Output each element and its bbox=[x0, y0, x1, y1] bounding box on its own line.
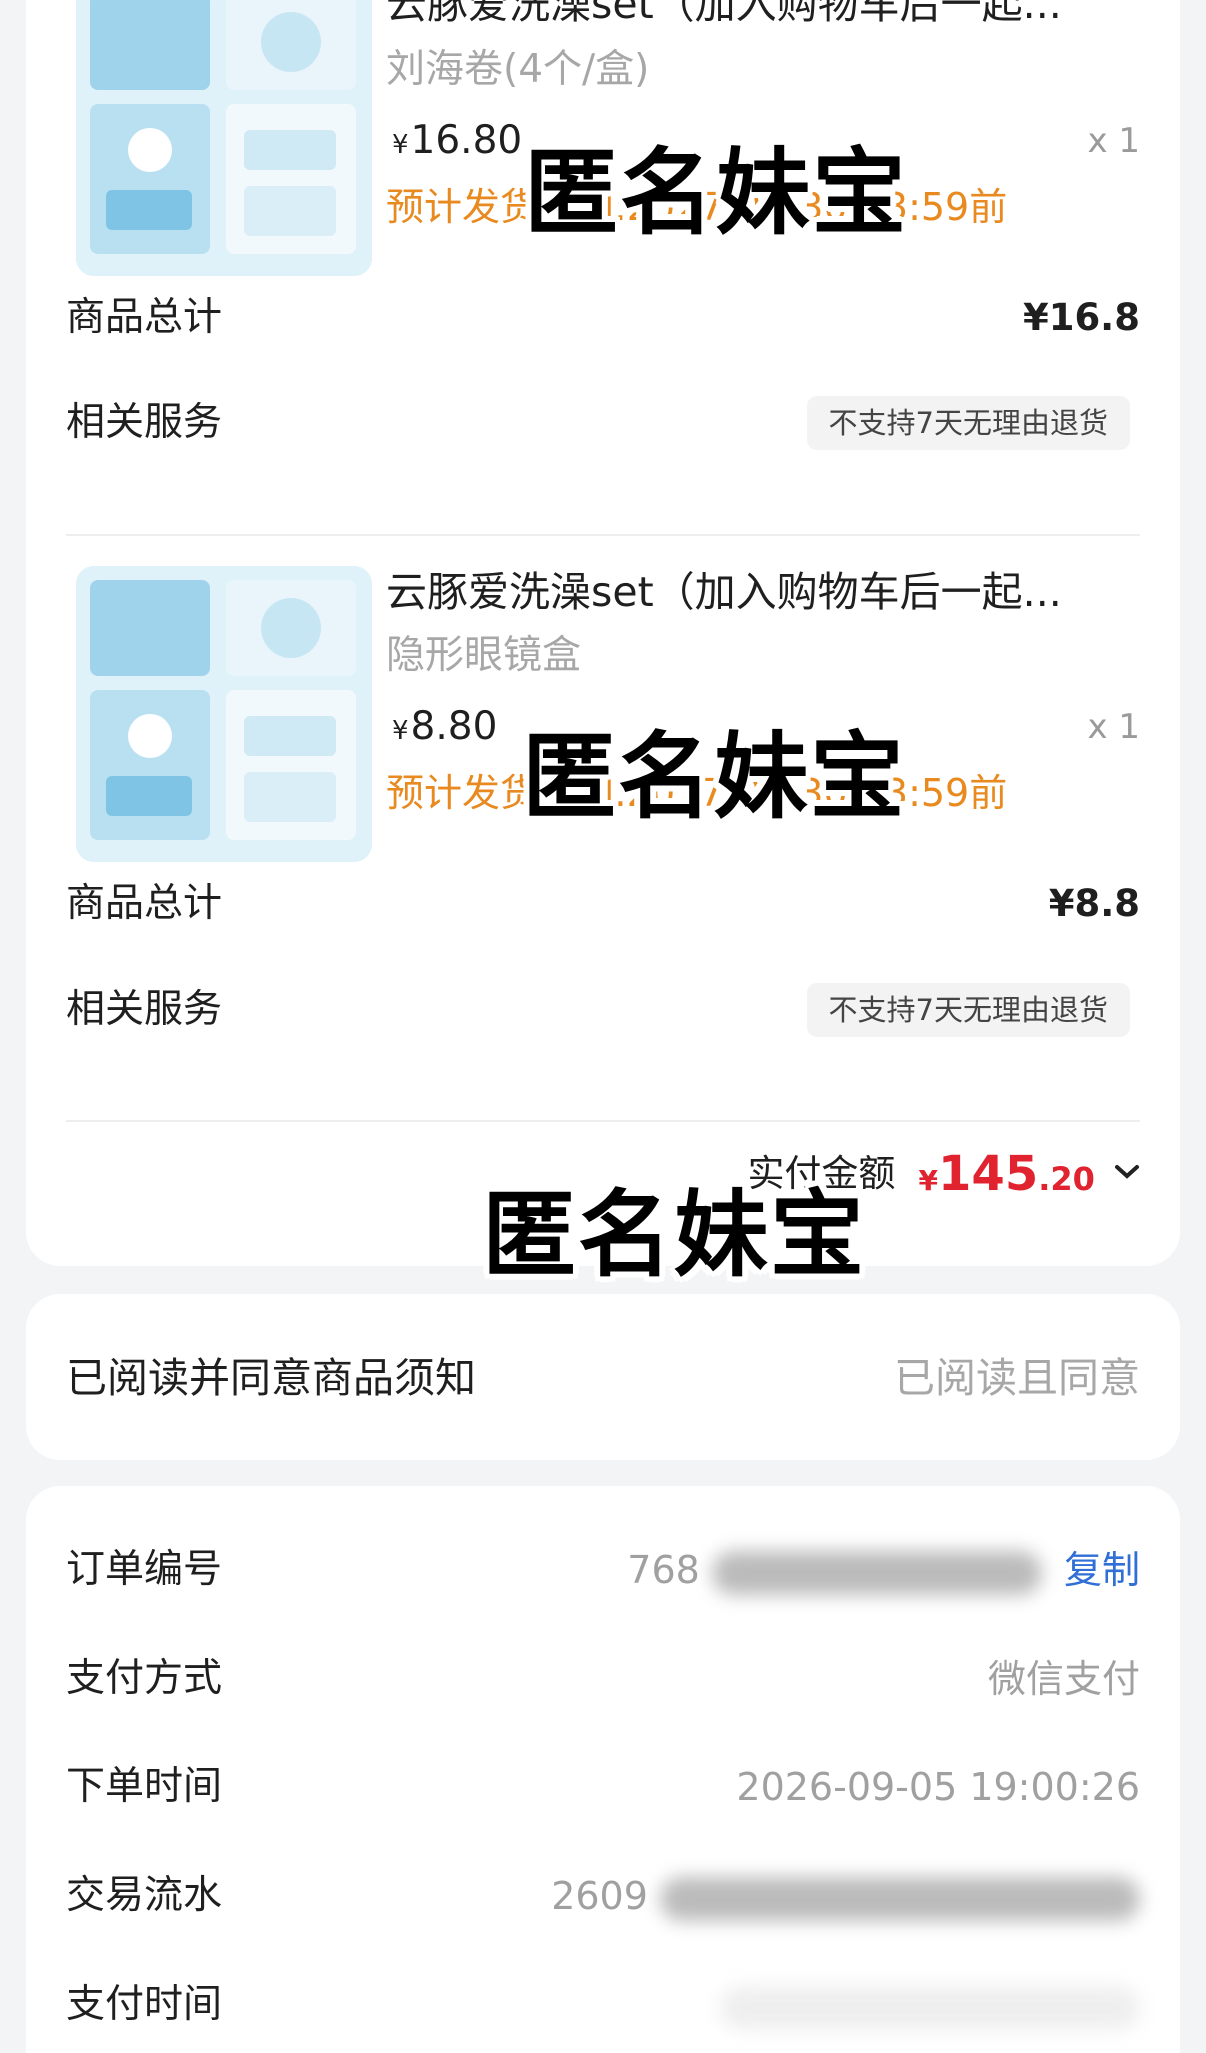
product-quantity: x 1 bbox=[1087, 707, 1140, 747]
order-info-card: 订单编号 768 复制 支付方式 微信支付 下单时间 2026-09-05 19… bbox=[26, 1486, 1180, 2053]
order-number-value: 768 复制 bbox=[627, 1540, 1140, 1600]
service-badge: 不支持7天无理由退货 bbox=[806, 396, 1130, 450]
redacted-blur bbox=[720, 1985, 1140, 2030]
watermark-overlay: 匿名妹宝 bbox=[522, 723, 907, 832]
payment-time-label: 支付时间 bbox=[66, 1982, 223, 2027]
subtotal-value: ¥8.8 bbox=[1048, 882, 1140, 925]
transaction-label: 交易流水 bbox=[66, 1873, 223, 1918]
transaction-visible: 2609 bbox=[551, 1874, 648, 1918]
price-value: 16.80 bbox=[410, 118, 523, 163]
notice-status: 已阅读且同意 bbox=[894, 1354, 1140, 1402]
payment-time-value bbox=[720, 1975, 1140, 2035]
notice-label: 已阅读并同意商品须知 bbox=[66, 1354, 476, 1402]
product-title[interactable]: 云豚爱洗澡set（加入购物车后一起... bbox=[386, 0, 1146, 32]
product-price: ¥8.80 bbox=[392, 700, 497, 758]
chevron-down-icon[interactable] bbox=[1114, 1163, 1140, 1185]
service-badge: 不支持7天无理由退货 bbox=[806, 983, 1130, 1037]
service-label: 相关服务 bbox=[66, 987, 223, 1032]
product-image-icon bbox=[76, 566, 372, 862]
divider bbox=[66, 534, 1140, 536]
product-price: ¥16.80 bbox=[392, 114, 522, 172]
currency-symbol: ¥ bbox=[918, 1164, 939, 1197]
payment-method-label: 支付方式 bbox=[66, 1656, 223, 1701]
watermark-overlay: 匿名妹宝 bbox=[524, 139, 909, 248]
price-value: 8.80 bbox=[410, 704, 498, 749]
transaction-row: 交易流水 2609 bbox=[26, 1866, 1180, 1926]
product-variant: 隐形眼镜盒 bbox=[386, 633, 582, 678]
watermark-overlay: 匿名妹宝 bbox=[482, 1181, 867, 1290]
transaction-value: 2609 bbox=[551, 1866, 1140, 1926]
product-quantity: x 1 bbox=[1087, 121, 1140, 161]
product-thumbnail[interactable] bbox=[76, 0, 372, 276]
divider bbox=[66, 1120, 1140, 1122]
product-image-icon bbox=[76, 0, 372, 276]
currency-symbol: ¥ bbox=[392, 716, 409, 746]
currency-symbol: ¥ bbox=[392, 130, 409, 160]
redacted-blur bbox=[660, 1876, 1140, 1921]
service-label: 相关服务 bbox=[66, 400, 223, 445]
payment-time-row: 支付时间 bbox=[26, 1975, 1180, 2035]
payment-method-value: 微信支付 bbox=[987, 1657, 1140, 1701]
product-notice-card[interactable]: 已阅读并同意商品须知 已阅读且同意 bbox=[26, 1294, 1180, 1460]
order-number-row: 订单编号 768 复制 bbox=[26, 1540, 1180, 1600]
order-number-visible: 768 bbox=[627, 1548, 700, 1592]
subtotal-value: ¥16.8 bbox=[1022, 296, 1140, 339]
amount-integer: 145 bbox=[938, 1146, 1039, 1202]
redacted-blur bbox=[711, 1550, 1042, 1595]
product-title[interactable]: 云豚爱洗澡set（加入购物车后一起... bbox=[386, 564, 1146, 620]
subtotal-label: 商品总计 bbox=[66, 881, 223, 926]
order-time-label: 下单时间 bbox=[66, 1764, 223, 1809]
product-thumbnail[interactable] bbox=[76, 566, 372, 862]
payment-method-row: 支付方式 微信支付 bbox=[26, 1649, 1180, 1709]
order-time-row: 下单时间 2026-09-05 19:00:26 bbox=[26, 1757, 1180, 1817]
subtotal-label: 商品总计 bbox=[66, 295, 223, 340]
amount-decimal: .20 bbox=[1038, 1160, 1095, 1198]
copy-button[interactable]: 复制 bbox=[1064, 1548, 1140, 1592]
product-variant: 刘海卷(4个/盒) bbox=[386, 47, 650, 92]
order-number-label: 订单编号 bbox=[66, 1547, 223, 1592]
order-time-value: 2026-09-05 19:00:26 bbox=[736, 1765, 1140, 1809]
payment-total-amount: ¥145.20 bbox=[919, 1146, 1095, 1202]
